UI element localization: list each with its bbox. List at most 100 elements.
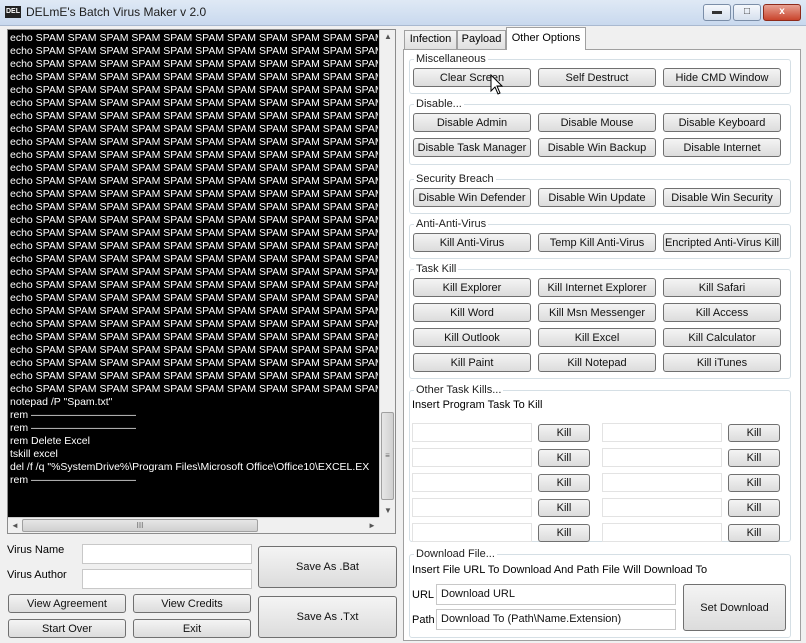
console-line: rem —————————— [10,409,136,421]
scroll-up-arrow-icon[interactable]: ▲ [384,32,392,41]
kill-paint-button[interactable]: Kill Paint [413,353,531,372]
vertical-scrollbar[interactable]: ▲ ≡ ▼ [379,30,395,518]
kill-task-button[interactable]: Kill [728,474,780,492]
mouse-cursor-icon [490,74,504,95]
console-line: echo SPAM SPAM SPAM SPAM SPAM SPAM SPAM … [10,123,378,135]
kill-task-button[interactable]: Kill [728,424,780,442]
kill-internet-explorer-button[interactable]: Kill Internet Explorer [538,278,656,297]
kill-task-button[interactable]: Kill [538,449,590,467]
download-path-field[interactable]: Download To (Path\Name.Extension) [436,609,676,630]
kill-notepad-button[interactable]: Kill Notepad [538,353,656,372]
console-line: echo SPAM SPAM SPAM SPAM SPAM SPAM SPAM … [10,240,378,252]
scroll-down-arrow-icon[interactable]: ▼ [384,506,392,515]
kill-calculator-button[interactable]: Kill Calculator [663,328,781,347]
task-name-field[interactable] [602,498,722,517]
console-line: echo SPAM SPAM SPAM SPAM SPAM SPAM SPAM … [10,110,378,122]
task-name-field[interactable] [412,423,532,442]
task-name-field[interactable] [412,523,532,542]
download-file-title: Download File... [414,548,497,560]
task-name-field[interactable] [412,473,532,492]
kill-task-button[interactable]: Kill [728,524,780,542]
vertical-scroll-thumb[interactable]: ≡ [381,412,394,500]
close-button[interactable]: x [763,4,801,21]
app-icon: DEL [5,6,21,18]
kill-task-button[interactable]: Kill [538,499,590,517]
console-line: echo SPAM SPAM SPAM SPAM SPAM SPAM SPAM … [10,149,378,161]
view-agreement-button[interactable]: View Agreement [8,594,126,613]
disable-win-update-button[interactable]: Disable Win Update [538,188,656,207]
disable-keyboard-button[interactable]: Disable Keyboard [663,113,781,132]
save-as-txt-button[interactable]: Save As .Txt [258,596,397,638]
disable-win-defender-button[interactable]: Disable Win Defender [413,188,531,207]
set-download-button[interactable]: Set Download [683,584,786,631]
console-line: echo SPAM SPAM SPAM SPAM SPAM SPAM SPAM … [10,305,378,317]
console-line: echo SPAM SPAM SPAM SPAM SPAM SPAM SPAM … [10,344,378,356]
console-line: echo SPAM SPAM SPAM SPAM SPAM SPAM SPAM … [10,266,378,278]
exit-button[interactable]: Exit [133,619,251,638]
virus-author-field[interactable] [82,569,252,589]
kill-task-button[interactable]: Kill [538,524,590,542]
scroll-right-arrow-icon[interactable]: ► [368,521,376,530]
console-line: echo SPAM SPAM SPAM SPAM SPAM SPAM SPAM … [10,162,378,174]
scroll-left-arrow-icon[interactable]: ◄ [11,521,19,530]
tab-infection[interactable]: Infection [404,30,457,49]
kill-access-button[interactable]: Kill Access [663,303,781,322]
encripted-anti-virus-kill-button[interactable]: Encripted Anti-Virus Kill [663,233,781,252]
security-breach-title: Security Breach [414,173,496,185]
task-name-field[interactable] [602,473,722,492]
kill-explorer-button[interactable]: Kill Explorer [413,278,531,297]
task-name-field[interactable] [412,448,532,467]
console-line: echo SPAM SPAM SPAM SPAM SPAM SPAM SPAM … [10,227,378,239]
tab-payload[interactable]: Payload [457,30,506,49]
task-name-field[interactable] [602,448,722,467]
console-line: echo SPAM SPAM SPAM SPAM SPAM SPAM SPAM … [10,188,378,200]
view-credits-button[interactable]: View Credits [133,594,251,613]
temp-kill-anti-virus-button[interactable]: Temp Kill Anti-Virus [538,233,656,252]
save-as-bat-button[interactable]: Save As .Bat [258,546,397,588]
console-line: rem —————————— [10,422,136,434]
kill-task-button[interactable]: Kill [728,499,780,517]
console-line: echo SPAM SPAM SPAM SPAM SPAM SPAM SPAM … [10,84,378,96]
console-line: echo SPAM SPAM SPAM SPAM SPAM SPAM SPAM … [10,201,378,213]
kill-task-button[interactable]: Kill [538,474,590,492]
console-line: echo SPAM SPAM SPAM SPAM SPAM SPAM SPAM … [10,175,378,187]
script-console[interactable]: echo SPAM SPAM SPAM SPAM SPAM SPAM SPAM … [7,29,396,534]
kill-itunes-button[interactable]: Kill iTunes [663,353,781,372]
horizontal-scrollbar[interactable]: ◄ III ► [8,517,379,533]
tab-other-options[interactable]: Other Options [506,27,586,50]
console-line: tskill excel [10,448,58,460]
console-line: echo SPAM SPAM SPAM SPAM SPAM SPAM SPAM … [10,370,378,382]
task-name-field[interactable] [602,523,722,542]
virus-name-field[interactable] [82,544,252,564]
maximize-button[interactable]: □ [733,4,761,21]
console-line: echo SPAM SPAM SPAM SPAM SPAM SPAM SPAM … [10,357,378,369]
kill-safari-button[interactable]: Kill Safari [663,278,781,297]
task-name-field[interactable] [602,423,722,442]
console-line: echo SPAM SPAM SPAM SPAM SPAM SPAM SPAM … [10,253,378,265]
horizontal-scroll-thumb[interactable]: III [22,519,258,532]
disable-win-security-button[interactable]: Disable Win Security [663,188,781,207]
kill-task-button[interactable]: Kill [728,449,780,467]
disable-internet-button[interactable]: Disable Internet [663,138,781,157]
title-bar: DEL DELmE's Batch Virus Maker v 2.0 ▬ □ … [0,0,806,26]
disable-win-backup-button[interactable]: Disable Win Backup [538,138,656,157]
kill-msn-messenger-button[interactable]: Kill Msn Messenger [538,303,656,322]
download-file-instruction: Insert File URL To Download And Path Fil… [412,564,708,576]
disable-task-manager-button[interactable]: Disable Task Manager [413,138,531,157]
download-url-field[interactable]: Download URL [436,584,676,605]
hide-cmd-window-button[interactable]: Hide CMD Window [663,68,781,87]
disable-mouse-button[interactable]: Disable Mouse [538,113,656,132]
start-over-button[interactable]: Start Over [8,619,126,638]
kill-excel-button[interactable]: Kill Excel [538,328,656,347]
kill-anti-virus-button[interactable]: Kill Anti-Virus [413,233,531,252]
clear-screen-button[interactable]: Clear Screen [413,68,531,87]
kill-word-button[interactable]: Kill Word [413,303,531,322]
kill-task-button[interactable]: Kill [538,424,590,442]
self-destruct-button[interactable]: Self Destruct [538,68,656,87]
console-text[interactable]: echo SPAM SPAM SPAM SPAM SPAM SPAM SPAM … [10,32,378,518]
task-kill-title: Task Kill [414,263,459,275]
kill-outlook-button[interactable]: Kill Outlook [413,328,531,347]
disable-admin-button[interactable]: Disable Admin [413,113,531,132]
minimize-button[interactable]: ▬ [703,4,731,21]
task-name-field[interactable] [412,498,532,517]
